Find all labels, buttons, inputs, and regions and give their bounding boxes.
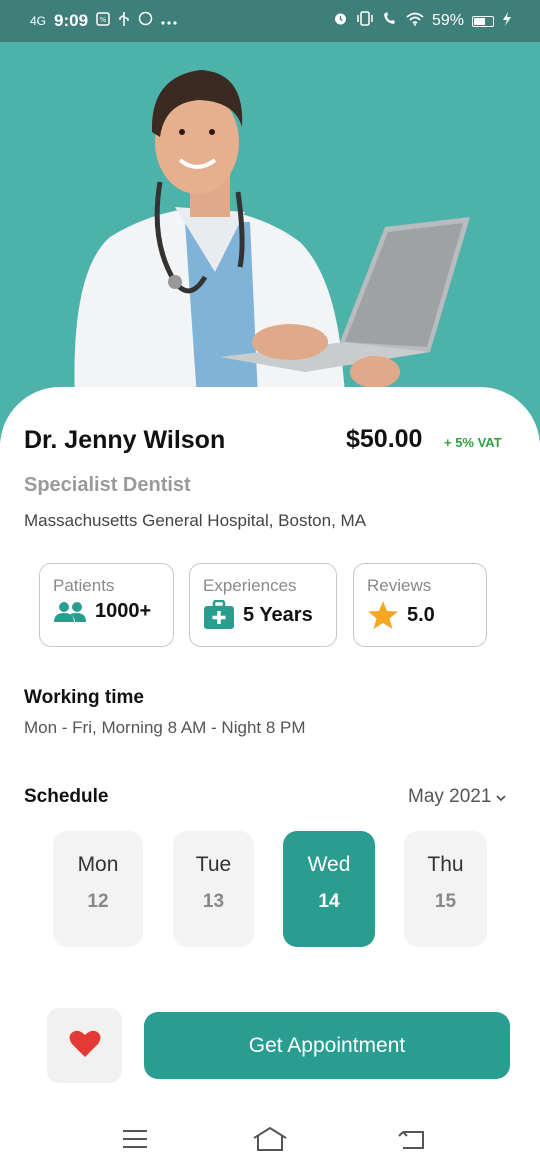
- day-tue[interactable]: Tue 13: [173, 831, 254, 947]
- more-dots-icon: [161, 12, 177, 30]
- vat-note: + 5% VAT: [444, 435, 502, 450]
- month-dropdown[interactable]: May 2021: [408, 786, 507, 808]
- people-icon: [53, 601, 87, 623]
- alarm-icon: [333, 11, 348, 31]
- doctor-name: Dr. Jenny Wilson: [24, 426, 226, 454]
- consultation-price: $50.00: [346, 425, 423, 453]
- wifi-icon: [406, 12, 424, 31]
- day-wed[interactable]: Wed 14: [283, 831, 375, 947]
- notification-icon: %: [96, 11, 110, 31]
- heart-icon: [69, 1029, 101, 1063]
- doctor-specialty: Specialist Dentist: [24, 474, 191, 496]
- medical-bag-icon: [203, 600, 235, 630]
- stat-label: Patients: [53, 576, 115, 595]
- get-appointment-button[interactable]: Get Appointment: [144, 1012, 510, 1079]
- working-time-title: Working time: [24, 687, 144, 708]
- stat-card-reviews: Reviews 5.0: [353, 563, 487, 647]
- working-hours: Mon - Fri, Morning 8 AM - Night 8 PM: [24, 718, 306, 737]
- vibrate-icon: [356, 11, 374, 31]
- whatsapp-icon: [138, 11, 153, 31]
- status-bar: 4G 9:09 % 59%: [0, 0, 540, 42]
- stat-card-patients: Patients 1000+: [39, 563, 174, 647]
- menu-icon[interactable]: [117, 1124, 153, 1154]
- home-icon[interactable]: [252, 1124, 288, 1154]
- day-mon[interactable]: Mon 12: [53, 831, 143, 947]
- status-time: 9:09: [54, 11, 89, 30]
- stat-value: 1000+: [95, 600, 152, 622]
- day-name: Thu: [427, 853, 464, 876]
- month-label: May 2021: [408, 786, 492, 807]
- doctor-photo: [70, 70, 470, 442]
- stat-value: 5.0: [407, 603, 435, 626]
- star-icon: [367, 600, 399, 630]
- favorite-button[interactable]: [47, 1008, 122, 1083]
- battery-percent: 59%: [431, 12, 464, 29]
- stat-card-experience: Experiences 5 Years: [189, 563, 337, 647]
- charging-icon: [502, 11, 512, 31]
- doctor-hero-image: [0, 42, 540, 442]
- wifi-call-icon: [382, 11, 398, 31]
- day-thu[interactable]: Thu 15: [404, 831, 487, 947]
- day-date: 15: [434, 891, 457, 912]
- chevron-down-icon: [495, 786, 507, 808]
- back-icon[interactable]: [394, 1124, 430, 1154]
- usb-icon: [118, 11, 130, 32]
- stat-value: 5 Years: [243, 603, 313, 626]
- day-name: Tue: [195, 853, 232, 876]
- day-date: 13: [202, 891, 225, 912]
- day-name: Wed: [307, 853, 351, 876]
- hospital-location: Massachusetts General Hospital, Boston, …: [24, 511, 367, 530]
- schedule-title: Schedule: [24, 786, 109, 807]
- day-name: Mon: [77, 853, 119, 876]
- day-date: 12: [87, 891, 109, 912]
- battery-icon: [472, 15, 494, 27]
- network-indicator: 4G: [30, 14, 47, 28]
- stat-label: Reviews: [367, 576, 432, 595]
- svg-text:%: %: [100, 16, 107, 24]
- stat-label: Experiences: [203, 576, 297, 595]
- day-date: 14: [318, 891, 340, 912]
